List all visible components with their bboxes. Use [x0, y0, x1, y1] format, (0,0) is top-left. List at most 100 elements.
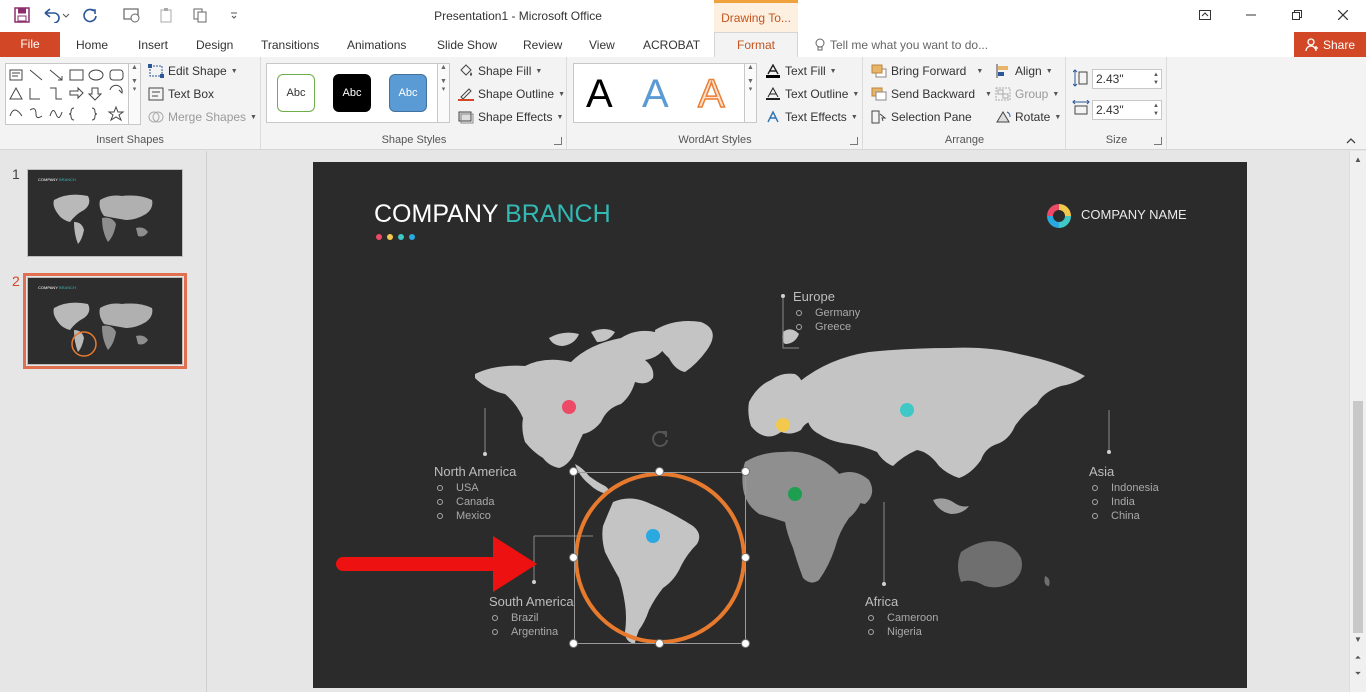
- chevron-down-icon: ▼: [556, 113, 564, 121]
- edit-shape-label: Edit Shape: [168, 64, 227, 78]
- slide-number-2: 2: [12, 273, 20, 289]
- text-fill-icon: [766, 64, 780, 78]
- collapse-ribbon-icon[interactable]: [1346, 137, 1356, 145]
- chevron-down-icon: ▼: [535, 67, 543, 75]
- style-swatch-blue[interactable]: Abc: [389, 74, 427, 112]
- close-button[interactable]: [1320, 0, 1366, 30]
- rotate-handle-icon[interactable]: [650, 428, 670, 448]
- slide-thumbnail-2[interactable]: COMPANY BRANCH: [23, 273, 187, 369]
- resize-handle-left[interactable]: [569, 553, 578, 562]
- tab-review[interactable]: Review: [523, 38, 562, 52]
- share-button[interactable]: Share: [1294, 32, 1366, 57]
- width-spin-arrows[interactable]: ▲ ▼: [1153, 102, 1159, 118]
- wordart-styles-dialog-launcher[interactable]: [850, 137, 858, 145]
- style-swatch-outline[interactable]: Abc: [277, 74, 315, 112]
- shape-width-value: 2.43": [1096, 103, 1124, 117]
- height-spin-arrows[interactable]: ▲ ▼: [1153, 71, 1159, 87]
- resize-handle-top-right[interactable]: [741, 467, 750, 476]
- slide-canvas[interactable]: COMPANY BRANCH COMPANY NAME Europe Germa…: [313, 162, 1247, 688]
- edit-shape-button[interactable]: Edit Shape ▼: [148, 64, 238, 78]
- previous-slide-icon[interactable]: ⏶: [1350, 653, 1366, 663]
- chevron-down-icon: ▼: [1054, 113, 1062, 121]
- shape-styles-dialog-launcher[interactable]: [554, 137, 562, 145]
- shape-styles-scroll[interactable]: ▲ ▼ ▾: [437, 64, 449, 122]
- tab-home[interactable]: Home: [76, 38, 108, 52]
- tell-me-box[interactable]: Tell me what you want to do...: [815, 38, 988, 52]
- scrollbar-thumb[interactable]: [1353, 401, 1363, 633]
- ribbon-tab-row: File Home Insert Design Transitions Anim…: [0, 32, 1366, 58]
- shapes-gallery[interactable]: ▲ ▼ ▾: [5, 63, 141, 125]
- resize-handle-bottom-left[interactable]: [569, 639, 578, 648]
- tab-format[interactable]: Format: [714, 32, 798, 58]
- ribbon-options-icon: [1199, 10, 1211, 20]
- scroll-down-icon[interactable]: ▼: [1350, 635, 1366, 644]
- tab-slide-show[interactable]: Slide Show: [437, 38, 497, 52]
- thumb-title-1: COMPANY BRANCH: [38, 177, 76, 182]
- resize-handle-top[interactable]: [655, 467, 664, 476]
- tab-insert[interactable]: Insert: [138, 38, 168, 52]
- vertical-scrollbar[interactable]: ▲ ▼ ⏶ ⏷: [1349, 151, 1366, 692]
- resize-handle-bottom-right[interactable]: [741, 639, 750, 648]
- region-africa[interactable]: Africa Cameroon Nigeria: [865, 594, 938, 639]
- bring-forward-button[interactable]: Bring Forward ▼: [871, 64, 983, 78]
- tab-acrobat[interactable]: ACROBAT: [643, 38, 700, 52]
- region-asia[interactable]: Asia Indonesia India China: [1089, 464, 1159, 523]
- shape-width-input[interactable]: 2.43" ▲ ▼: [1092, 100, 1162, 120]
- chevron-down-icon: ▼: [250, 113, 257, 121]
- align-button[interactable]: Align ▼: [995, 64, 1053, 78]
- tab-transitions[interactable]: Transitions: [261, 38, 319, 52]
- style-swatch-black[interactable]: Abc: [333, 74, 371, 112]
- minimize-button[interactable]: [1228, 0, 1274, 30]
- resize-handle-top-left[interactable]: [569, 467, 578, 476]
- selected-circle-shape[interactable]: [569, 431, 750, 648]
- align-label: Align: [1015, 64, 1042, 78]
- wordart-scroll[interactable]: ▲ ▼ ▾: [744, 64, 756, 122]
- region-europe[interactable]: Europe Germany Greece: [793, 289, 860, 334]
- wordart-sample-orange[interactable]: A: [697, 71, 725, 117]
- insert-shapes-label: Insert Shapes: [96, 134, 164, 146]
- text-box-button[interactable]: Text Box: [148, 87, 214, 101]
- scroll-up-icon[interactable]: ▲: [1350, 155, 1366, 164]
- group-button[interactable]: Group ▼: [995, 87, 1059, 101]
- shape-styles-gallery[interactable]: Abc Abc Abc ▲ ▼ ▾: [266, 63, 450, 123]
- next-slide-icon[interactable]: ⏷: [1350, 669, 1366, 679]
- slide-thumbnail-1[interactable]: COMPANY BRANCH: [27, 169, 183, 257]
- shape-height-input[interactable]: 2.43" ▲ ▼: [1092, 69, 1162, 89]
- tab-animations[interactable]: Animations: [347, 38, 406, 52]
- shape-styles-group: Abc Abc Abc ▲ ▼ ▾ Shape Fill ▼ Shape Outlin…: [262, 57, 567, 149]
- chevron-down-icon: ▼: [1045, 67, 1053, 75]
- thumb-map-1: [53, 194, 153, 244]
- tab-design[interactable]: Design: [196, 38, 233, 52]
- region-asia-item: Indonesia: [1089, 481, 1159, 495]
- shape-effects-button[interactable]: Shape Effects ▼: [458, 110, 563, 124]
- resize-handle-bottom[interactable]: [655, 639, 664, 648]
- text-effects-button[interactable]: Text Effects ▼: [765, 110, 858, 124]
- selection-frame: [574, 472, 746, 644]
- wordart-sample-blue[interactable]: A: [642, 72, 669, 117]
- text-fill-button[interactable]: Text Fill ▼: [765, 64, 837, 78]
- ribbon-display-options-button[interactable]: [1182, 0, 1228, 30]
- region-south-america[interactable]: South America Brazil Argentina: [489, 594, 574, 639]
- shape-fill-button[interactable]: Shape Fill ▼: [458, 64, 542, 78]
- region-north-america[interactable]: North America USA Canada Mexico: [434, 464, 516, 523]
- selection-pane-button[interactable]: Selection Pane: [871, 110, 972, 124]
- size-dialog-launcher[interactable]: [1154, 137, 1162, 145]
- text-effects-icon: [767, 110, 779, 123]
- merge-shapes-button[interactable]: Merge Shapes ▼: [148, 110, 257, 124]
- group-label: Group: [1015, 87, 1049, 101]
- shape-outline-button[interactable]: Shape Outline ▼: [458, 87, 565, 101]
- wordart-gallery[interactable]: A A A ▲ ▼ ▾: [573, 63, 757, 123]
- rotate-button[interactable]: Rotate ▼: [995, 110, 1061, 124]
- resize-handle-right[interactable]: [741, 553, 750, 562]
- tab-file[interactable]: File: [0, 32, 60, 57]
- wordart-sample-black[interactable]: A: [586, 72, 613, 117]
- text-outline-button[interactable]: Text Outline ▼: [765, 87, 859, 101]
- selection-pane-icon: [871, 110, 887, 124]
- shapes-gallery-scroll[interactable]: ▲ ▼ ▾: [128, 64, 140, 124]
- tab-view[interactable]: View: [589, 38, 615, 52]
- restore-button[interactable]: [1274, 0, 1320, 30]
- send-backward-button[interactable]: Send Backward ▼: [871, 87, 992, 101]
- red-arrow-shape[interactable]: [333, 532, 539, 596]
- shape-outline-label: Shape Outline: [478, 87, 555, 101]
- merge-shapes-icon: [148, 111, 164, 123]
